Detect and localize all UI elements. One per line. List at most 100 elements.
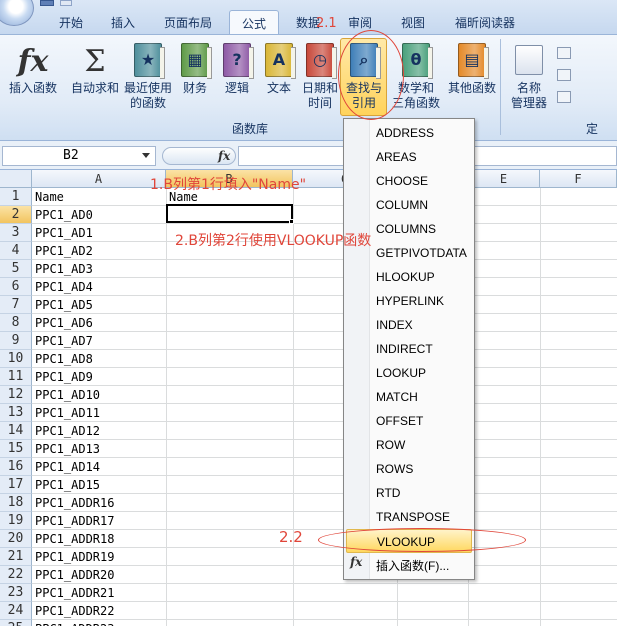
- cell-a17[interactable]: PPC1_AD15: [32, 476, 166, 494]
- tab-home[interactable]: 开始: [56, 12, 86, 34]
- row-header-3[interactable]: 3: [0, 224, 32, 242]
- menu-item-match[interactable]: MATCH: [371, 385, 473, 409]
- cell-a21[interactable]: PPC1_ADDR19: [32, 548, 166, 566]
- tab-insert[interactable]: 插入: [106, 12, 140, 34]
- row-header-22[interactable]: 22: [0, 566, 32, 584]
- menu-item-rtd[interactable]: RTD: [371, 481, 473, 505]
- fill-handle[interactable]: [289, 219, 294, 224]
- row-header-5[interactable]: 5: [0, 260, 32, 278]
- row-header-12[interactable]: 12: [0, 386, 32, 404]
- cell-a6[interactable]: PPC1_AD4: [32, 278, 166, 296]
- text-button[interactable]: A 文本: [262, 43, 296, 96]
- row-header-24[interactable]: 24: [0, 602, 32, 620]
- row-header-9[interactable]: 9: [0, 332, 32, 350]
- financial-button[interactable]: ▦ 财务: [178, 43, 212, 96]
- menu-item-hlookup[interactable]: HLOOKUP: [371, 265, 473, 289]
- define-name-icon[interactable]: [557, 47, 571, 59]
- row-header-10[interactable]: 10: [0, 350, 32, 368]
- row-header-8[interactable]: 8: [0, 314, 32, 332]
- column-header-f[interactable]: F: [540, 170, 617, 188]
- autosum-button[interactable]: Σ 自动求和: [66, 43, 124, 96]
- row-header-15[interactable]: 15: [0, 440, 32, 458]
- column-header-a[interactable]: A: [32, 170, 166, 188]
- annotation-step-1: 1.B列第1行填入"Name": [150, 177, 307, 193]
- row-header-16[interactable]: 16: [0, 458, 32, 476]
- row-header-1[interactable]: 1: [0, 188, 32, 206]
- tab-page-layout[interactable]: 页面布局: [160, 12, 216, 34]
- name-manager-button[interactable]: 名称 管理器: [506, 43, 552, 111]
- active-cell-b2[interactable]: [166, 204, 293, 223]
- cell-a15[interactable]: PPC1_AD13: [32, 440, 166, 458]
- tab-view[interactable]: 视图: [399, 12, 427, 34]
- menu-item-choose[interactable]: CHOOSE: [371, 169, 473, 193]
- menu-item-rows[interactable]: ROWS: [371, 457, 473, 481]
- cell-a20[interactable]: PPC1_ADDR18: [32, 530, 166, 548]
- date-time-button[interactable]: ◷ 日期和 时间: [300, 43, 340, 111]
- menu-item-address[interactable]: ADDRESS: [371, 121, 473, 145]
- cell-a8[interactable]: PPC1_AD6: [32, 314, 166, 332]
- menu-item-areas[interactable]: AREAS: [371, 145, 473, 169]
- cell-a19[interactable]: PPC1_ADDR17: [32, 512, 166, 530]
- select-all-corner[interactable]: [0, 170, 32, 188]
- name-box[interactable]: B2: [2, 146, 156, 166]
- row-header-17[interactable]: 17: [0, 476, 32, 494]
- row-header-19[interactable]: 19: [0, 512, 32, 530]
- cell-a7[interactable]: PPC1_AD5: [32, 296, 166, 314]
- ribbon-formulas: fx 插入函数 Σ 自动求和 ★ 最近使用 的函数 ▦ 财务 ? 逻辑 A 文本…: [0, 34, 617, 140]
- cell-a13[interactable]: PPC1_AD11: [32, 404, 166, 422]
- menu-item-getpivotdata[interactable]: GETPIVOTDATA: [371, 241, 473, 265]
- cell-a2[interactable]: PPC1_AD0: [32, 206, 166, 224]
- cell-a16[interactable]: PPC1_AD14: [32, 458, 166, 476]
- tab-foxit-reader[interactable]: 福昕阅读器: [452, 12, 518, 34]
- logical-button[interactable]: ? 逻辑: [220, 43, 254, 96]
- tab-formulas[interactable]: 公式: [229, 10, 279, 35]
- row-header-18[interactable]: 18: [0, 494, 32, 512]
- quick-access-undo-icon[interactable]: [60, 0, 72, 6]
- use-in-formula-icon[interactable]: [557, 69, 571, 81]
- menu-item-indirect[interactable]: INDIRECT: [371, 337, 473, 361]
- cell-a9[interactable]: PPC1_AD7: [32, 332, 166, 350]
- insert-function-fx-icon[interactable]: fx: [218, 149, 230, 163]
- recent-functions-button[interactable]: ★ 最近使用 的函数: [120, 43, 176, 111]
- cell-a4[interactable]: PPC1_AD2: [32, 242, 166, 260]
- menu-item-index[interactable]: INDEX: [371, 313, 473, 337]
- cell-a11[interactable]: PPC1_AD9: [32, 368, 166, 386]
- create-from-selection-icon[interactable]: [557, 91, 571, 103]
- cell-a3[interactable]: PPC1_AD1: [32, 224, 166, 242]
- cell-a25[interactable]: PPC1_ADDR23: [32, 620, 166, 626]
- row-header-7[interactable]: 7: [0, 296, 32, 314]
- cell-a22[interactable]: PPC1_ADDR20: [32, 566, 166, 584]
- menu-item-transpose[interactable]: TRANSPOSE: [371, 505, 473, 529]
- row-header-13[interactable]: 13: [0, 404, 32, 422]
- more-functions-button[interactable]: ▤ 其他函数: [444, 43, 500, 96]
- menu-item-row[interactable]: ROW: [371, 433, 473, 457]
- row-header-4[interactable]: 4: [0, 242, 32, 260]
- menu-item-lookup[interactable]: LOOKUP: [371, 361, 473, 385]
- cell-a5[interactable]: PPC1_AD3: [32, 260, 166, 278]
- menu-item-insert-function[interactable]: 插入函数(F)...: [371, 555, 473, 577]
- row-header-21[interactable]: 21: [0, 548, 32, 566]
- menu-item-column[interactable]: COLUMN: [371, 193, 473, 217]
- row-header-23[interactable]: 23: [0, 584, 32, 602]
- office-button[interactable]: [0, 0, 34, 26]
- row-header-11[interactable]: 11: [0, 368, 32, 386]
- insert-function-button[interactable]: fx 插入函数: [4, 43, 62, 96]
- quick-access-save-icon[interactable]: [40, 0, 54, 6]
- menu-item-columns[interactable]: COLUMNS: [371, 217, 473, 241]
- cell-a10[interactable]: PPC1_AD8: [32, 350, 166, 368]
- cell-a1[interactable]: Name: [32, 188, 166, 206]
- column-header-e[interactable]: E: [468, 170, 540, 188]
- cell-a12[interactable]: PPC1_AD10: [32, 386, 166, 404]
- row-header-25[interactable]: 25: [0, 620, 32, 626]
- cell-a24[interactable]: PPC1_ADDR22: [32, 602, 166, 620]
- cell-a23[interactable]: PPC1_ADDR21: [32, 584, 166, 602]
- name-box-chevron-down-icon[interactable]: [142, 153, 150, 158]
- row-header-6[interactable]: 6: [0, 278, 32, 296]
- cell-a18[interactable]: PPC1_ADDR16: [32, 494, 166, 512]
- menu-item-hyperlink[interactable]: HYPERLINK: [371, 289, 473, 313]
- row-header-20[interactable]: 20: [0, 530, 32, 548]
- row-header-2[interactable]: 2: [0, 206, 32, 224]
- row-header-14[interactable]: 14: [0, 422, 32, 440]
- cell-a14[interactable]: PPC1_AD12: [32, 422, 166, 440]
- menu-item-offset[interactable]: OFFSET: [371, 409, 473, 433]
